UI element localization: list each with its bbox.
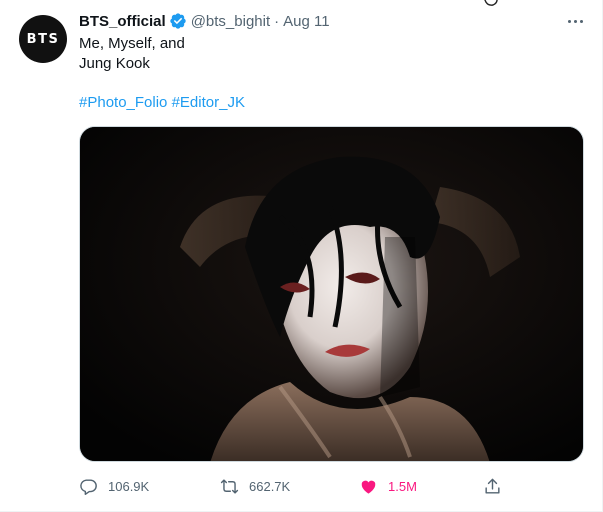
hashtag-editor-jk[interactable]: #Editor_JK — [172, 94, 245, 111]
hashtag-photo-folio[interactable]: #Photo_Folio — [79, 94, 167, 111]
separator-dot: · — [274, 12, 280, 30]
portrait-photo-image — [80, 127, 583, 461]
avatar-logo-text: BTS — [26, 31, 60, 47]
tweet-text: Me, Myself, and Jung Kook — [79, 34, 185, 74]
avatar[interactable]: BTS — [19, 15, 67, 63]
retweet-count: 662.7K — [249, 478, 291, 494]
retweet-button[interactable]: 662.7K — [220, 475, 290, 497]
like-button[interactable]: 1.5M — [359, 475, 417, 497]
tweet-card[interactable]: BTS BTS_official @bts_bighit · Aug 11 Me… — [0, 0, 603, 512]
verified-badge-icon — [169, 12, 187, 30]
more-options-button[interactable] — [560, 10, 590, 32]
reply-button[interactable]: 106.9K — [79, 475, 149, 497]
mouse-cursor-icon — [484, 0, 498, 6]
tweet-actions: 106.9K 662.7K 1.5M — [79, 475, 584, 497]
share-button[interactable] — [483, 475, 502, 497]
tweet-date[interactable]: Aug 11 — [283, 13, 329, 30]
heart-icon — [359, 477, 378, 496]
user-handle[interactable]: @bts_bighit — [191, 13, 270, 30]
share-icon — [483, 477, 502, 496]
reply-count: 106.9K — [108, 478, 150, 494]
tweet-text-line-1: Me, Myself, and — [79, 35, 185, 52]
tweet-header: BTS_official @bts_bighit · Aug 11 — [79, 11, 330, 31]
retweet-icon — [220, 477, 239, 496]
more-icon — [566, 19, 584, 23]
tweet-hashtags: #Photo_Folio #Editor_JK — [79, 93, 245, 113]
reply-icon — [79, 477, 98, 496]
tweet-photo[interactable] — [79, 126, 584, 462]
like-count: 1.5M — [388, 478, 417, 494]
display-name[interactable]: BTS_official — [79, 13, 166, 30]
tweet-text-line-2: Jung Kook — [79, 55, 150, 72]
